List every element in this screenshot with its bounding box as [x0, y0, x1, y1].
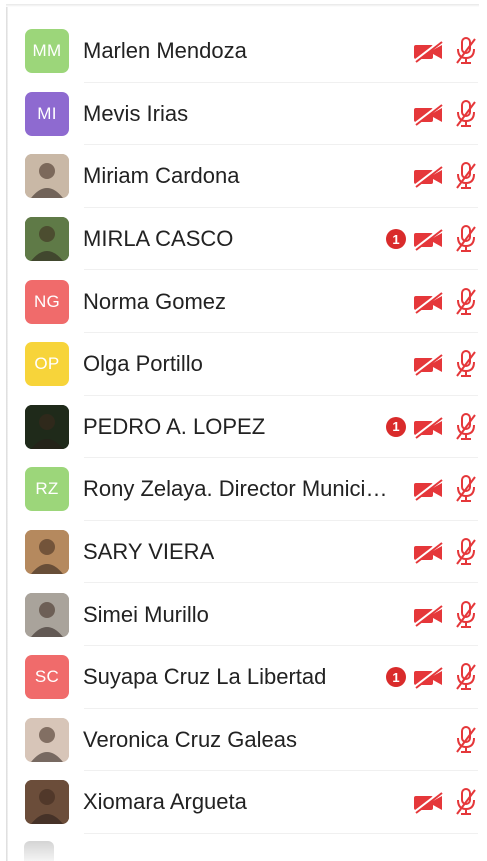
participant-name: Veronica Cruz Galeas [83, 726, 297, 752]
status-icons [412, 99, 478, 129]
participant-row[interactable]: Veronica Cruz Galeas [14, 709, 484, 772]
avatar [25, 404, 69, 449]
avatar: MI [25, 91, 69, 136]
video-off-icon[interactable] [412, 290, 444, 314]
status-icons: 1 [386, 412, 478, 442]
video-off-icon[interactable] [412, 102, 444, 126]
video-off-icon[interactable] [412, 164, 444, 189]
video-off-icon[interactable] [412, 477, 444, 502]
video-off-icon[interactable] [412, 352, 444, 377]
participant-name: PEDRO A. LOPEZ [83, 413, 266, 439]
unread-badge: 1 [386, 229, 406, 250]
status-icons [412, 537, 478, 567]
participant-name: Miriam Cardona [83, 163, 240, 189]
participant-name: Suyapa Cruz La Libertad [83, 664, 327, 690]
participant-row[interactable]: SARY VIERA [14, 521, 484, 584]
avatar: MM [25, 29, 69, 74]
participant-name: Rony Zelaya. Director Municipal [83, 476, 393, 502]
avatar: NG [25, 279, 69, 324]
avatar [25, 154, 69, 199]
status-icons [412, 787, 478, 817]
avatar [25, 592, 69, 637]
video-off-icon[interactable] [412, 415, 444, 439]
participant-row[interactable]: MI Mevis Irias [14, 83, 484, 146]
mic-off-icon[interactable] [454, 224, 478, 254]
avatar: OP [25, 342, 69, 387]
participant-name: Simei Murillo [83, 601, 209, 627]
mic-off-icon[interactable] [454, 161, 478, 191]
mic-off-icon[interactable] [454, 36, 478, 66]
status-icons [412, 349, 478, 379]
video-off-icon[interactable] [412, 39, 444, 64]
avatar [25, 217, 69, 262]
participant-row[interactable]: PEDRO A. LOPEZ 1 [14, 396, 484, 459]
participant-name: Xiomara Argueta [83, 789, 247, 815]
status-icons: 1 [386, 662, 478, 692]
video-off-icon[interactable] [412, 665, 444, 690]
avatar [25, 780, 69, 825]
status-icons [412, 36, 478, 66]
mic-off-icon[interactable] [454, 537, 478, 567]
participant-row[interactable]: MIRLA CASCO 1 [14, 208, 484, 271]
partial-avatar [24, 841, 54, 861]
mic-off-icon[interactable] [454, 349, 478, 379]
avatar [25, 530, 69, 575]
participant-row[interactable]: Miriam Cardona [14, 145, 484, 208]
participant-row[interactable]: Xiomara Argueta [14, 771, 484, 834]
participant-name: Mevis Irias [83, 100, 189, 126]
mic-off-icon[interactable] [454, 787, 478, 817]
participant-list: MM Marlen Mendoza MI Mevis Irias Miriam … [14, 20, 484, 834]
video-off-icon[interactable] [412, 540, 444, 564]
participant-row[interactable]: OP Olga Portillo [14, 333, 484, 396]
mic-off-icon[interactable] [454, 662, 478, 692]
avatar-photo [25, 530, 69, 575]
avatar-photo [25, 592, 69, 637]
avatar-photo [25, 404, 69, 449]
participant-row[interactable]: RZ Rony Zelaya. Director Municipal [14, 458, 484, 521]
video-off-icon[interactable] [412, 227, 444, 251]
participant-row[interactable]: MM Marlen Mendoza [14, 20, 484, 83]
unread-badge: 1 [386, 416, 406, 437]
status-icons [412, 287, 478, 317]
avatar-photo [25, 780, 69, 825]
status-icons [412, 600, 478, 630]
avatar [25, 717, 69, 762]
mic-off-icon[interactable] [454, 725, 478, 755]
participant-name: MIRLA CASCO [83, 226, 234, 252]
mic-off-icon[interactable] [454, 412, 478, 442]
status-icons [412, 725, 478, 755]
video-off-icon[interactable] [412, 790, 444, 815]
participant-name: SARY VIERA [83, 539, 215, 565]
avatar-photo [25, 217, 69, 262]
mic-off-icon[interactable] [454, 287, 478, 317]
participant-row[interactable]: Simei Murillo [14, 583, 484, 646]
participant-name: Marlen Mendoza [83, 38, 247, 64]
participant-row[interactable]: NG Norma Gomez [14, 270, 484, 333]
avatar-photo [25, 717, 69, 762]
unread-badge: 1 [386, 667, 406, 688]
status-icons [412, 474, 478, 504]
avatar: SC [25, 655, 69, 700]
participant-name: Olga Portillo [83, 351, 203, 377]
status-icons [412, 161, 478, 191]
participants-panel: MM Marlen Mendoza MI Mevis Irias Miriam … [0, 0, 487, 861]
status-icons: 1 [386, 224, 478, 254]
mic-off-icon[interactable] [454, 474, 478, 504]
participant-row[interactable]: SC Suyapa Cruz La Libertad 1 [14, 646, 484, 709]
avatar: RZ [25, 467, 69, 512]
mic-off-icon[interactable] [454, 99, 478, 129]
video-off-icon[interactable] [412, 603, 444, 627]
avatar-photo [25, 154, 69, 199]
mic-off-icon[interactable] [454, 600, 478, 630]
participant-name: Norma Gomez [83, 288, 227, 314]
